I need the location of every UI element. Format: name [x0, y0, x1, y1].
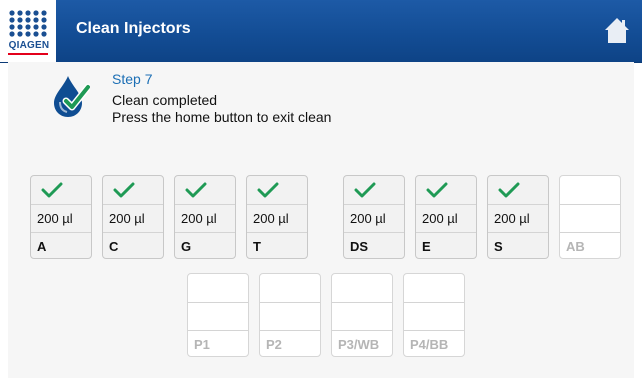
tile-name-row: DS [344, 232, 404, 260]
port-tile-p1[interactable]: P1 [187, 273, 249, 357]
tile-status-row [188, 274, 248, 302]
tile-name: P3/WB [338, 337, 380, 352]
tile-volume-row: 200 µl [247, 204, 307, 233]
tile-name: P4/BB [410, 337, 449, 352]
status-line-2: Press the home button to exit clean [112, 109, 332, 125]
tile-volume-row [332, 302, 392, 331]
tile-name: AB [566, 239, 585, 254]
header-bar: QIAGEN Clean Injectors [0, 0, 642, 63]
status-message: Clean completed Press the home button to… [112, 92, 331, 126]
tile-status-row [332, 274, 392, 302]
tile-volume-row [260, 302, 320, 331]
checkmark-icon [185, 182, 207, 198]
logo-underline [8, 53, 48, 55]
app-window: QIAGEN Clean Injectors Step 7 Clean comp… [0, 0, 642, 386]
tile-name-row: T [247, 232, 307, 260]
tile-status-row [560, 176, 620, 204]
status-line-1: Clean completed [112, 92, 218, 108]
step-label: Step 7 [112, 71, 153, 87]
tile-name: G [181, 239, 192, 254]
tile-name-row: P2 [260, 330, 320, 358]
tile-name: C [109, 239, 119, 254]
tile-volume-row: 200 µl [175, 204, 235, 233]
tile-name-row: C [103, 232, 163, 260]
tile-name-row: P4/BB [404, 330, 464, 358]
tile-volume-row: 200 µl [103, 204, 163, 233]
water-drop-check-icon [54, 76, 90, 117]
tile-volume: 200 µl [109, 211, 145, 226]
checkmark-icon [257, 182, 279, 198]
tile-name: P1 [194, 337, 210, 352]
tile-volume: 200 µl [253, 211, 289, 226]
tile-volume: 200 µl [37, 211, 73, 226]
port-tile-p3-wb[interactable]: P3/WB [331, 273, 393, 357]
tile-name: S [494, 239, 503, 254]
tile-status-row [416, 176, 476, 204]
reagent-tile-s[interactable]: 200 µl S [487, 175, 549, 259]
checkmark-icon [426, 182, 448, 198]
tile-status-row [103, 176, 163, 204]
reagent-tile-t[interactable]: 200 µl T [246, 175, 308, 259]
logo-dots-icon [9, 10, 47, 37]
tile-status-row [404, 274, 464, 302]
tile-volume-row: 200 µl [31, 204, 91, 233]
home-button[interactable] [602, 15, 632, 45]
tile-status-row [344, 176, 404, 204]
tile-status-row [260, 274, 320, 302]
tile-name: DS [350, 239, 369, 254]
tile-name: E [422, 239, 431, 254]
tile-status-row [488, 176, 548, 204]
logo-text: QIAGEN [8, 40, 50, 51]
tile-name-row: G [175, 232, 235, 260]
page-title: Clean Injectors [76, 20, 191, 37]
tile-volume: 200 µl [494, 211, 530, 226]
tile-name-row: AB [560, 232, 620, 260]
tile-name: T [253, 239, 261, 254]
tile-volume: 200 µl [422, 211, 458, 226]
tile-volume-row: 200 µl [416, 204, 476, 233]
checkmark-icon [41, 182, 63, 198]
tile-name-row: P1 [188, 330, 248, 358]
checkmark-icon [354, 182, 376, 198]
port-tile-p2[interactable]: P2 [259, 273, 321, 357]
tile-name: A [37, 239, 47, 254]
tile-volume: 200 µl [181, 211, 217, 226]
reagent-tile-ab[interactable]: AB [559, 175, 621, 259]
home-icon [605, 18, 629, 43]
tile-name-row: S [488, 232, 548, 260]
tile-name-row: P3/WB [332, 330, 392, 358]
reagent-tile-e[interactable]: 200 µl E [415, 175, 477, 259]
reagent-tile-a[interactable]: 200 µl A [30, 175, 92, 259]
tile-volume: 200 µl [350, 211, 386, 226]
tile-volume-row: 200 µl [344, 204, 404, 233]
tile-name: P2 [266, 337, 282, 352]
tile-volume-row [404, 302, 464, 331]
checkmark-icon [498, 182, 520, 198]
tile-volume-row [560, 204, 620, 233]
tile-status-row [175, 176, 235, 204]
tile-volume-row: 200 µl [488, 204, 548, 233]
reagent-tile-c[interactable]: 200 µl C [102, 175, 164, 259]
tile-name-row: E [416, 232, 476, 260]
reagent-tile-g[interactable]: 200 µl G [174, 175, 236, 259]
checkmark-icon [113, 182, 135, 198]
reagent-tile-ds[interactable]: 200 µl DS [343, 175, 405, 259]
tile-status-row [31, 176, 91, 204]
tile-name-row: A [31, 232, 91, 260]
tile-volume-row [188, 302, 248, 331]
qiagen-logo: QIAGEN [0, 0, 56, 62]
tile-status-row [247, 176, 307, 204]
port-tile-p4-bb[interactable]: P4/BB [403, 273, 465, 357]
